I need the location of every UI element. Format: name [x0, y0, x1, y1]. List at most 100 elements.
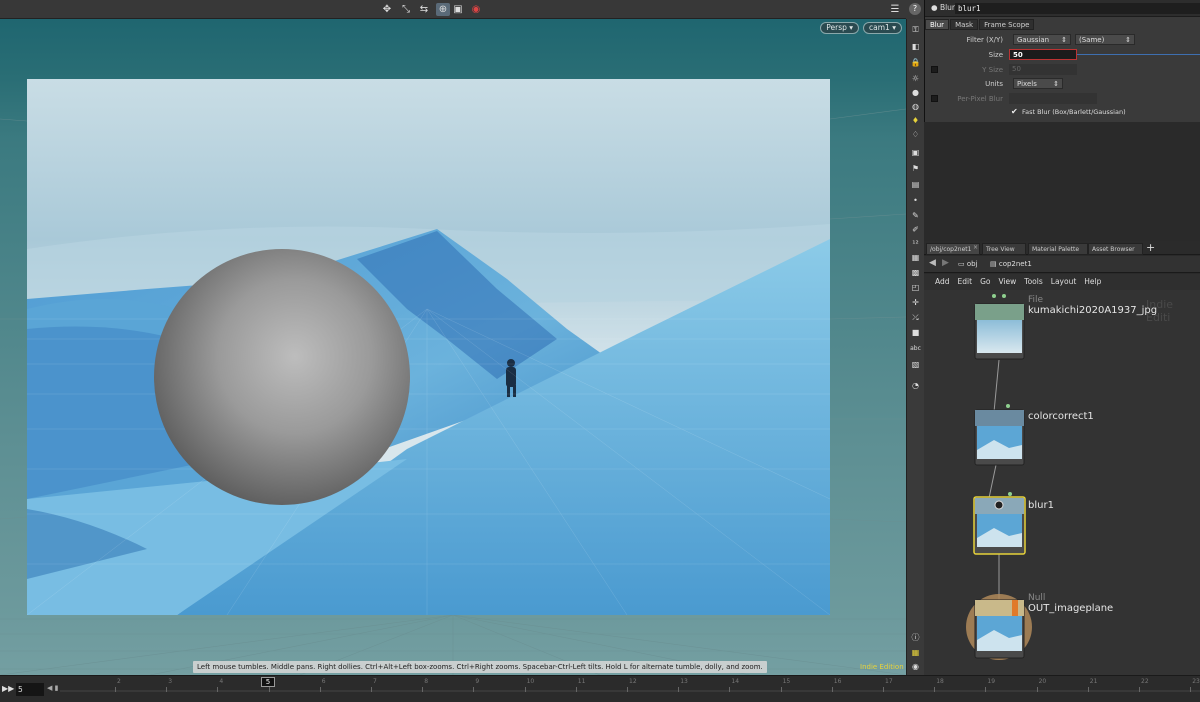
ysize-row: Y Size 50	[925, 64, 1200, 76]
forward-icon[interactable]: ▶	[942, 258, 949, 268]
toolbar-options-icon[interactable]: ☰	[888, 3, 902, 16]
record-icon[interactable]: ◉	[469, 3, 483, 16]
padlock-icon[interactable]: 🔒	[909, 57, 922, 69]
grid-icon[interactable]: ▦	[909, 647, 922, 659]
snap-icon[interactable]: ⇆	[417, 3, 431, 16]
units-row: Units Pixels ⇕	[925, 78, 1200, 90]
timeline[interactable]: ▶▶ 5 ◀ ▮ 2345678910111213141516171819202…	[0, 675, 1200, 702]
size-field[interactable]: 50	[1009, 49, 1077, 60]
shading-icon[interactable]: ◧	[909, 41, 922, 53]
select-icon[interactable]: ✥	[380, 3, 394, 16]
perpixel-checkbox[interactable]	[931, 95, 938, 102]
close-icon[interactable]: ×	[973, 244, 978, 251]
colorcorrect-node-name: colorcorrect1	[1028, 411, 1094, 422]
tab-tree-view[interactable]: Tree View	[982, 243, 1026, 255]
pose-icon[interactable]: ⤯	[909, 312, 922, 324]
bulb-icon[interactable]: ♦	[909, 115, 922, 127]
units-value: Pixels	[1017, 80, 1037, 88]
units-select[interactable]: Pixels ⇕	[1013, 78, 1063, 89]
globe-icon[interactable]: ◔	[909, 380, 922, 392]
flag-icon[interactable]: ⚑	[909, 163, 922, 175]
view-icon[interactable]: ▣	[451, 3, 465, 16]
crosshair-icon[interactable]: ✛	[909, 297, 922, 309]
empty-pane	[924, 122, 1200, 241]
menu-go[interactable]: Go	[980, 274, 990, 290]
tab-asset-browser[interactable]: Asset Browser	[1088, 243, 1143, 255]
fastblur-check-icon[interactable]: ✔	[1011, 106, 1018, 118]
square-icon[interactable]: ■	[909, 327, 922, 339]
blur-node[interactable]	[973, 492, 1026, 555]
size-slider[interactable]	[1077, 54, 1200, 55]
measure-icon[interactable]: ¹²	[909, 238, 922, 250]
menu-tools[interactable]: Tools	[1024, 274, 1042, 290]
current-frame-marker[interactable]: 5	[261, 677, 275, 687]
step-icon[interactable]: ◀ ▮	[47, 684, 58, 692]
tick-mark	[473, 687, 475, 692]
help-icon[interactable]: ?	[909, 3, 921, 15]
tick-label: 7	[373, 678, 377, 685]
camera-mode-label: Persp	[826, 23, 847, 32]
file-node[interactable]	[974, 294, 1025, 360]
lock-icon[interactable]: ⚿	[909, 24, 922, 36]
bulb2-icon[interactable]: ♢	[909, 129, 922, 141]
back-icon[interactable]: ◀	[929, 258, 936, 268]
network-editor[interactable]: Indie Editi File kumakichi2020A1937_jpg …	[924, 290, 1200, 675]
add-tab-icon[interactable]: +	[1146, 241, 1155, 254]
pen-icon[interactable]: ✐	[909, 224, 922, 236]
tab-frame-scope[interactable]: Frame Scope	[979, 19, 1035, 30]
tab-blur[interactable]: Blur	[925, 19, 950, 30]
eye-icon[interactable]: ◉	[909, 661, 922, 673]
camera-icon[interactable]: ▣	[909, 147, 922, 159]
sphere-icon[interactable]: ●	[909, 87, 922, 99]
node-name-field[interactable]: blur1	[955, 3, 1200, 14]
camera-select-button[interactable]: cam1 ▾	[863, 22, 902, 34]
light-icon[interactable]: ◍	[909, 101, 922, 113]
null-node[interactable]	[974, 599, 1025, 659]
menu-help[interactable]: Help	[1084, 274, 1101, 290]
camera-name-label: cam1	[869, 23, 890, 32]
dot-icon[interactable]: •	[909, 195, 922, 207]
film-icon[interactable]: ▤	[909, 179, 922, 191]
path-segment-obj[interactable]: ▭ obj	[958, 259, 978, 270]
tick-label: 8	[424, 678, 429, 685]
ysize-field[interactable]: 50	[1009, 64, 1077, 75]
tab-network-path[interactable]: /obj/cop2net1	[926, 243, 980, 255]
menu-layout[interactable]: Layout	[1051, 274, 1077, 290]
text-icon[interactable]: abc	[909, 343, 922, 355]
viewport-toolbar: ✥ ⤡ ⇆ ⊕ ▣ ◉ ☰	[0, 0, 906, 19]
tab-network-path-label: /obj/cop2net1	[930, 246, 972, 253]
tick-label: 19	[987, 678, 996, 685]
sun-icon[interactable]: ☼	[909, 73, 922, 85]
transform-icon[interactable]: ⤡	[399, 3, 413, 16]
camera-mode-button[interactable]: Persp ▾	[820, 22, 860, 34]
filter-x-select[interactable]: Gaussian ⇕	[1013, 34, 1071, 45]
menu-view[interactable]: View	[998, 274, 1016, 290]
sphere[interactable]	[154, 249, 410, 505]
tab-mask[interactable]: Mask	[950, 19, 979, 30]
image-icon[interactable]: ▧	[909, 359, 922, 371]
perpixel-field[interactable]	[1009, 93, 1097, 104]
tool-b-icon[interactable]: ▩	[909, 267, 922, 279]
network-tabs: /obj/cop2net1 × Tree View Material Palet…	[924, 241, 1200, 255]
colorcorrect-node[interactable]	[974, 404, 1025, 466]
menu-edit[interactable]: Edit	[958, 274, 973, 290]
tick-mark	[217, 687, 219, 692]
path-segment-cop2net[interactable]: ▤ cop2net1	[990, 259, 1032, 270]
scene-viewport[interactable]: Persp ▾ cam1 ▾ Left mouse tumbles. Middl…	[0, 19, 906, 675]
tab-material-palette[interactable]: Material Palette	[1028, 243, 1088, 255]
display-options-icon[interactable]: ⊕	[436, 3, 450, 16]
frame-input[interactable]: 5	[16, 683, 44, 696]
tool-c-icon[interactable]: ◰	[909, 282, 922, 294]
node-type: Blur	[939, 3, 956, 12]
tab-asset-browser-label: Asset Browser	[1092, 246, 1135, 253]
tick-mark	[115, 687, 116, 692]
info-icon[interactable]: ⓘ	[909, 632, 922, 644]
menu-add[interactable]: Add	[935, 274, 950, 290]
brush-icon[interactable]: ✎	[909, 210, 922, 222]
filter-y-select[interactable]: (Same) ⇕	[1075, 34, 1135, 45]
play-icon[interactable]: ▶▶	[2, 684, 14, 693]
ysize-checkbox[interactable]	[931, 66, 938, 73]
file-node-name: kumakichi2020A1937_jpg	[1028, 305, 1158, 316]
tool-a-icon[interactable]: ▦	[909, 252, 922, 264]
viewport-status-message: Left mouse tumbles. Middle pans. Right d…	[193, 661, 767, 673]
